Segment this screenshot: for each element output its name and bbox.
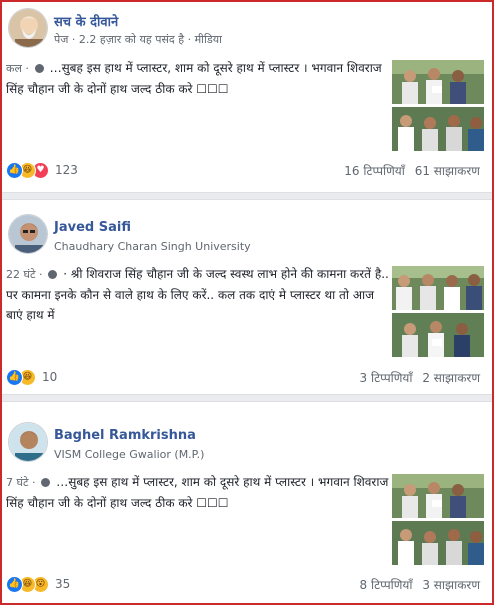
post-image[interactable] xyxy=(392,107,484,151)
shares-count[interactable]: 2 साझाकरण xyxy=(422,371,480,385)
post-body: 7 घंटे · …सुबह इस हाथ में प्लास्टर, शाम … xyxy=(6,472,390,513)
post-image[interactable] xyxy=(392,313,484,357)
author-name[interactable]: सच के दीवाने xyxy=(54,12,118,30)
post-divider xyxy=(2,192,492,200)
timestamp[interactable]: कल · xyxy=(6,62,29,75)
timestamp[interactable]: 22 घंटे · xyxy=(6,268,43,281)
author-name[interactable]: Baghel Ramkrishna xyxy=(54,428,196,443)
comments-count[interactable]: 16 टिप्पणियाँ xyxy=(344,164,405,178)
reactions-summary[interactable]: 👍 😆 ♥ 123 xyxy=(6,161,78,179)
post-text: · श्री शिवराज सिंह चौहान जी के जल्द स्वस… xyxy=(6,267,389,322)
post-images[interactable] xyxy=(392,60,484,154)
globe-icon xyxy=(41,478,51,487)
post-card: Baghel Ramkrishna VISM College Gwalior (… xyxy=(2,402,492,603)
post-card: Javed Saifi Chaudhary Charan Singh Unive… xyxy=(2,200,492,390)
post-image[interactable] xyxy=(392,521,484,565)
post-text: …सुबह इस हाथ में प्लास्टर, शाम को दूसरे … xyxy=(6,475,389,510)
user-avatar[interactable] xyxy=(8,422,48,462)
author-subline: VISM College Gwalior (M.P.) xyxy=(54,448,205,461)
timestamp[interactable]: 7 घंटे · xyxy=(6,476,36,489)
reaction-count: 35 xyxy=(55,577,71,591)
page-avatar[interactable] xyxy=(8,8,48,48)
globe-icon xyxy=(34,64,44,73)
reactions-summary[interactable]: 👍 😆 10 xyxy=(6,368,57,386)
like-icon: 👍 xyxy=(6,161,23,179)
post-card: सच के दीवाने पेज · 2.2 हज़ार को यह पसंद … xyxy=(2,2,492,192)
post-image[interactable] xyxy=(392,60,484,104)
like-icon: 👍 xyxy=(6,575,23,593)
shares-count[interactable]: 61 साझाकरण xyxy=(415,164,480,178)
globe-icon xyxy=(48,270,58,279)
post-body: कल · …सुबह इस हाथ में प्लास्टर, शाम को द… xyxy=(6,58,390,99)
comments-count[interactable]: 8 टिप्पणियाँ xyxy=(360,578,413,592)
post-image[interactable] xyxy=(392,266,484,310)
post-images[interactable] xyxy=(392,266,484,360)
reactions-summary[interactable]: 👍 😆 😮 35 xyxy=(6,575,70,593)
shares-count[interactable]: 3 साझाकरण xyxy=(422,578,480,592)
post-text: …सुबह इस हाथ में प्लास्टर, शाम को दूसरे … xyxy=(6,61,382,96)
like-icon: 👍 xyxy=(6,368,23,386)
post-body: 22 घंटे · · श्री शिवराज सिंह चौहान जी के… xyxy=(6,264,390,325)
reaction-count: 10 xyxy=(42,370,58,384)
comments-count[interactable]: 3 टिप्पणियाँ xyxy=(360,371,413,385)
author-name[interactable]: Javed Saifi xyxy=(54,220,131,235)
engagement-counts: 3 टिप्पणियाँ 2 साझाकरण xyxy=(360,369,480,386)
engagement-counts: 8 टिप्पणियाँ 3 साझाकरण xyxy=(360,576,480,593)
engagement-counts: 16 टिप्पणियाँ 61 साझाकरण xyxy=(344,162,480,179)
post-divider xyxy=(2,394,492,402)
user-avatar[interactable] xyxy=(8,214,48,254)
post-image[interactable] xyxy=(392,474,484,518)
author-subline: पेज · 2.2 हज़ार को यह पसंद है · मीडिया xyxy=(54,33,222,46)
post-images[interactable] xyxy=(392,474,484,568)
reaction-count: 123 xyxy=(55,163,78,177)
author-subline: Chaudhary Charan Singh University xyxy=(54,240,251,253)
